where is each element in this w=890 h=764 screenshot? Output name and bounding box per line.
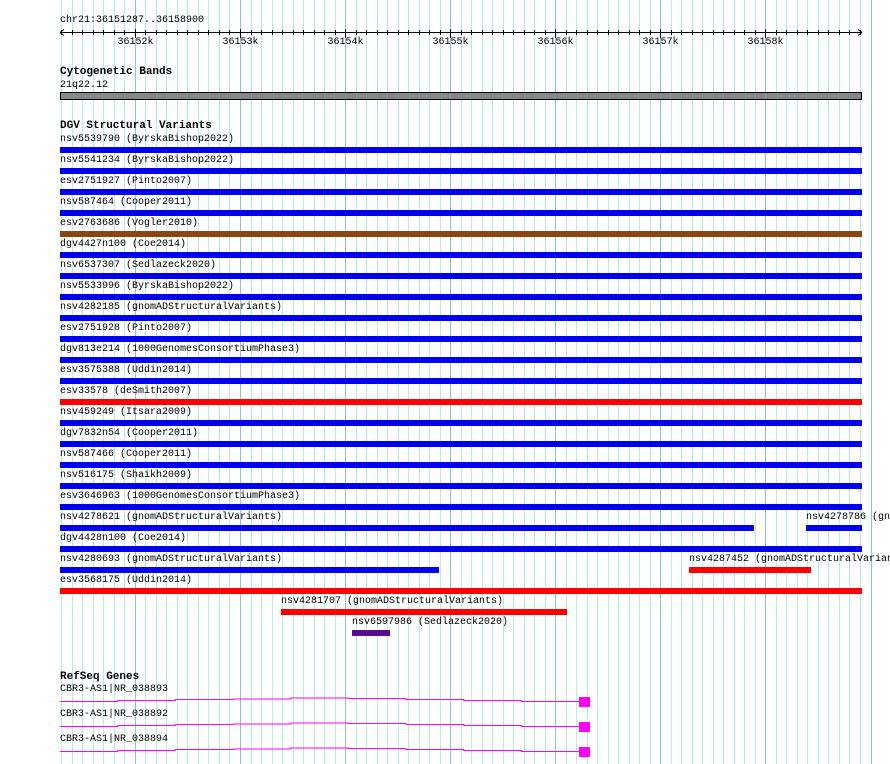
variant-feature-bar[interactable] <box>60 378 862 384</box>
ruler-tick-label: 36156k <box>537 36 573 48</box>
ruler-tick-label: 36155k <box>432 36 468 48</box>
variant-feature-bar[interactable] <box>60 441 862 447</box>
variant-feature-bar[interactable] <box>60 147 862 153</box>
variant-feature-bar[interactable] <box>60 189 862 195</box>
gene-exon-box[interactable] <box>579 697 590 707</box>
variant-feature-bar[interactable] <box>60 504 862 510</box>
variant-feature-bar[interactable] <box>60 525 754 531</box>
variant-label: nsv587464 (Cooper2011) <box>60 197 193 208</box>
variant-label: nsv6597986 (Sedlazeck2020) <box>352 617 509 628</box>
variant-feature-bar[interactable] <box>60 357 862 363</box>
ruler[interactable]: 36152k 36153k 36154k 36155k 36156k 36157k 3615… <box>0 24 890 54</box>
variant-feature-bar[interactable] <box>60 210 862 216</box>
variant-feature-bar[interactable] <box>281 609 567 615</box>
gene-exon-box[interactable] <box>579 722 590 732</box>
gene-model[interactable] <box>0 718 890 734</box>
gene-intron-line <box>60 697 579 702</box>
variant-feature-bar[interactable] <box>60 483 862 489</box>
variant-label: nsv4287452 (gnomADStructuralVarian <box>689 554 890 565</box>
gene-intron-line <box>60 747 579 752</box>
variant-label: nsv4278621 (gnomADStructuralVariants) <box>60 512 283 523</box>
variant-label: dgv813e214 (1000GenomesConsortiumPhase3) <box>60 344 301 355</box>
variant-label: esv33578 (deSmith2007) <box>60 386 193 397</box>
variant-feature-bar[interactable] <box>60 252 862 258</box>
variant-feature-bar[interactable] <box>60 294 862 300</box>
variant-label: dgv4428n100 (Coe2014) <box>60 533 187 544</box>
variant-label: nsv6537307 (Sedlazeck2020) <box>60 260 217 271</box>
ruler-tick-label: 36154k <box>327 36 363 48</box>
variant-feature-bar[interactable] <box>60 273 862 279</box>
variant-feature-bar[interactable] <box>60 168 862 174</box>
cytoband-bar[interactable] <box>60 92 862 100</box>
variant-feature-bar[interactable] <box>689 567 811 573</box>
variant-label: esv2751927 (Pinto2007) <box>60 176 193 187</box>
ruler-tick-label: 36153k <box>222 36 258 48</box>
variant-label: dgv7832n54 (Cooper2011) <box>60 428 199 439</box>
variant-label: nsv4281707 (gnomADStructuralVariants) <box>281 596 504 607</box>
variant-label: dgv4427n100 (Coe2014) <box>60 239 187 250</box>
track-view[interactable]: chr21:36151287..36158900 36152k 36153k 361… <box>0 0 890 764</box>
cytoband-label: 21q22.12 <box>60 80 109 91</box>
variant-label: nsv516175 (Shaikh2009) <box>60 470 193 481</box>
variant-feature-bar[interactable] <box>60 399 862 405</box>
gene-intron-line <box>60 722 579 727</box>
variant-label: esv2751928 (Pinto2007) <box>60 323 193 334</box>
variant-feature-bar[interactable] <box>60 567 439 573</box>
variant-label: esv3568175 (Uddin2014) <box>60 575 193 586</box>
cytoband-track-title: Cytogenetic Bands <box>60 66 173 78</box>
variant-feature-bar[interactable] <box>352 630 390 636</box>
variant-label: nsv4280693 (gnomADStructuralVariants) <box>60 554 283 565</box>
dgv-track-title: DGV Structural Variants <box>60 120 212 132</box>
variant-label: nsv4278786 (gn <box>806 512 890 523</box>
variant-feature-bar[interactable] <box>60 336 862 342</box>
variant-label: esv3575388 (Uddin2014) <box>60 365 193 376</box>
variant-label: nsv459249 (Itsara2009) <box>60 407 193 418</box>
variant-label: esv3646963 (1000GenomesConsortiumPhase3) <box>60 491 301 502</box>
variant-feature-bar[interactable] <box>60 420 862 426</box>
variant-label: nsv5541234 (ByrskaBishop2022) <box>60 155 235 166</box>
variant-label: esv2763686 (Vogler2010) <box>60 218 199 229</box>
ruler-tick-label: 36152k <box>117 36 153 48</box>
ruler-tick-label: 36158k <box>747 36 783 48</box>
variant-feature-bar[interactable] <box>60 231 862 237</box>
variant-label: nsv4282185 (gnomADStructuralVariants) <box>60 302 283 313</box>
variant-label: nsv5533996 (ByrskaBishop2022) <box>60 281 235 292</box>
variant-label: nsv587466 (Cooper2011) <box>60 449 193 460</box>
ruler-tick-label: 36157k <box>642 36 678 48</box>
gene-model[interactable] <box>0 743 890 759</box>
refseq-track-title: RefSeq Genes <box>60 671 140 683</box>
variant-feature-bar[interactable] <box>60 315 862 321</box>
variant-label: nsv5539790 (ByrskaBishop2022) <box>60 134 235 145</box>
variant-feature-bar[interactable] <box>806 525 862 531</box>
variant-feature-bar[interactable] <box>60 588 862 594</box>
gene-exon-box[interactable] <box>579 747 590 757</box>
gene-model[interactable] <box>0 693 890 709</box>
variant-feature-bar[interactable] <box>60 546 862 552</box>
variant-feature-bar[interactable] <box>60 462 862 468</box>
